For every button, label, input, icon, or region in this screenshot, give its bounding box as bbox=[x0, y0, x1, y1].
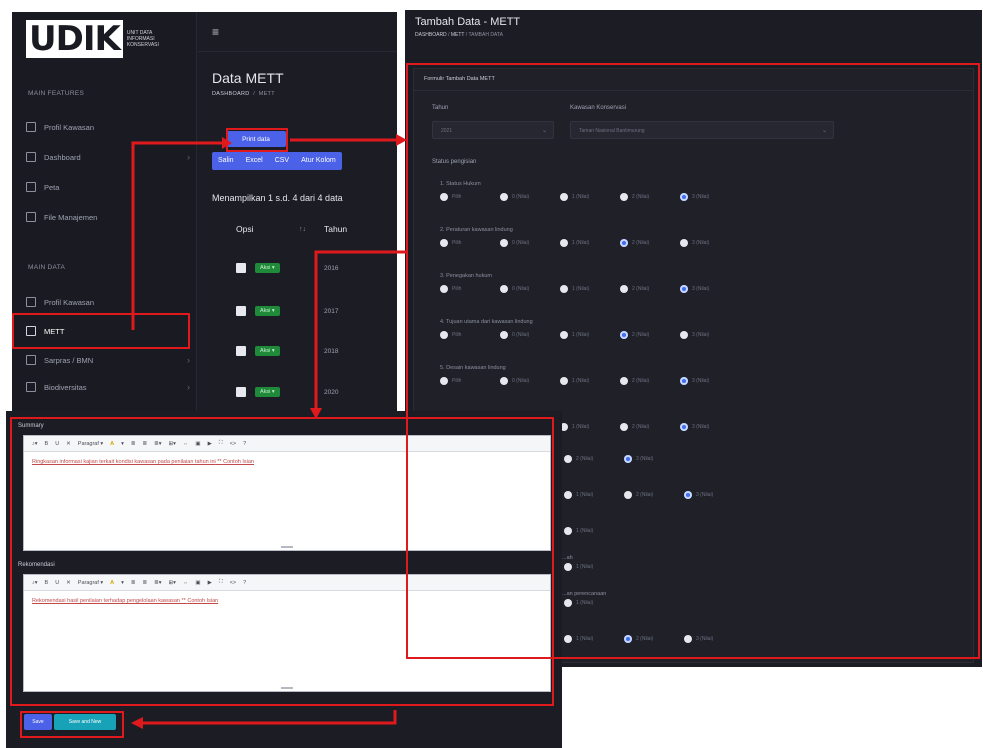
arrowhead bbox=[310, 408, 322, 419]
arrowhead bbox=[396, 134, 407, 146]
arrow-mett-to-print bbox=[131, 141, 222, 330]
arrowhead bbox=[222, 137, 232, 149]
arrowhead bbox=[131, 717, 143, 729]
arrow-form-to-editors bbox=[314, 250, 408, 410]
arrow-editors-to-save bbox=[142, 710, 397, 725]
annotation-arrows bbox=[131, 134, 408, 729]
